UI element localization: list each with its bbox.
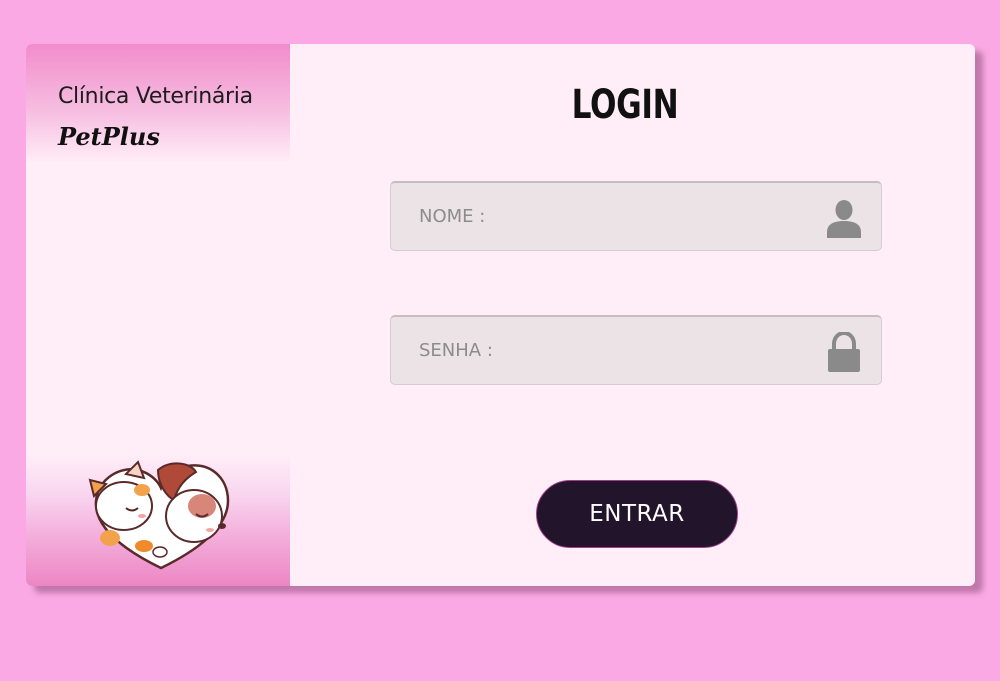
user-icon <box>827 200 861 238</box>
login-card: Clínica Veterinária PetPlus LOGIN NOME:… <box>26 44 975 586</box>
senha-input[interactable] <box>391 317 811 384</box>
nome-input[interactable] <box>391 183 811 250</box>
sidebar: Clínica Veterinária PetPlus <box>26 44 290 586</box>
nome-field[interactable] <box>390 181 882 251</box>
brand-name: PetPlus <box>58 122 160 151</box>
lock-icon <box>828 332 860 372</box>
entrar-button[interactable]: ENTRAR <box>536 480 738 548</box>
cat-and-dog-heart-logo <box>88 460 230 570</box>
senha-field[interactable] <box>390 315 882 385</box>
page-title: LOGIN <box>571 82 679 128</box>
clinic-name: Clínica Veterinária <box>58 84 253 109</box>
